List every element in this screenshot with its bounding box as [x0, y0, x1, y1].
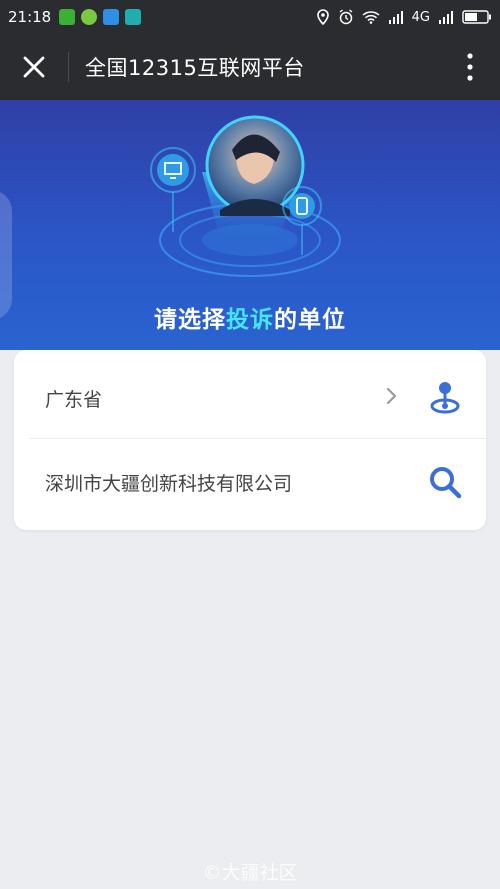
wifi-icon [362, 10, 380, 24]
chevron-right-icon [386, 386, 398, 411]
province-value: 广东省 [45, 388, 103, 411]
location-pin-icon[interactable] [428, 380, 462, 416]
hero-title-highlight: 投诉 [226, 307, 274, 333]
status-bar: 21:18 4G [0, 0, 500, 34]
app-bar-divider [68, 52, 69, 82]
battery-icon [462, 10, 492, 24]
signal-icon [388, 10, 404, 24]
hero-title-suffix: 的单位 [274, 307, 346, 333]
status-system-icons: 4G [316, 9, 492, 25]
location-icon [316, 9, 330, 25]
app-bar: 全国12315互联网平台 [0, 34, 500, 100]
wechat-icon [59, 9, 76, 25]
close-button[interactable] [0, 34, 68, 100]
watermark: ©大疆社区 [202, 862, 298, 884]
green-app-icon [81, 9, 98, 25]
hero-title-prefix: 请选择 [154, 307, 226, 333]
selection-card: 广东省 深圳市大疆创新科技有限公司 [14, 350, 486, 530]
network-type: 4G [411, 9, 430, 25]
hero-banner: 请选择投诉的单位 [0, 100, 500, 350]
more-button[interactable] [440, 34, 500, 100]
more-vertical-icon [467, 53, 473, 81]
status-time: 21:18 [8, 8, 52, 26]
scan-icon [125, 9, 142, 25]
search-icon[interactable] [428, 465, 462, 499]
close-icon [23, 56, 45, 78]
company-search-row[interactable]: 深圳市大疆创新科技有限公司 [14, 438, 486, 526]
signal-icon [438, 10, 454, 24]
province-selector[interactable]: 广东省 [14, 354, 486, 442]
message-icon [103, 9, 120, 25]
company-value[interactable]: 深圳市大疆创新科技有限公司 [45, 469, 292, 496]
customer-service-illustration [150, 115, 341, 277]
hero-title: 请选择投诉的单位 [0, 300, 500, 334]
page-title: 全国12315互联网平台 [85, 56, 305, 80]
alarm-icon [338, 9, 354, 25]
